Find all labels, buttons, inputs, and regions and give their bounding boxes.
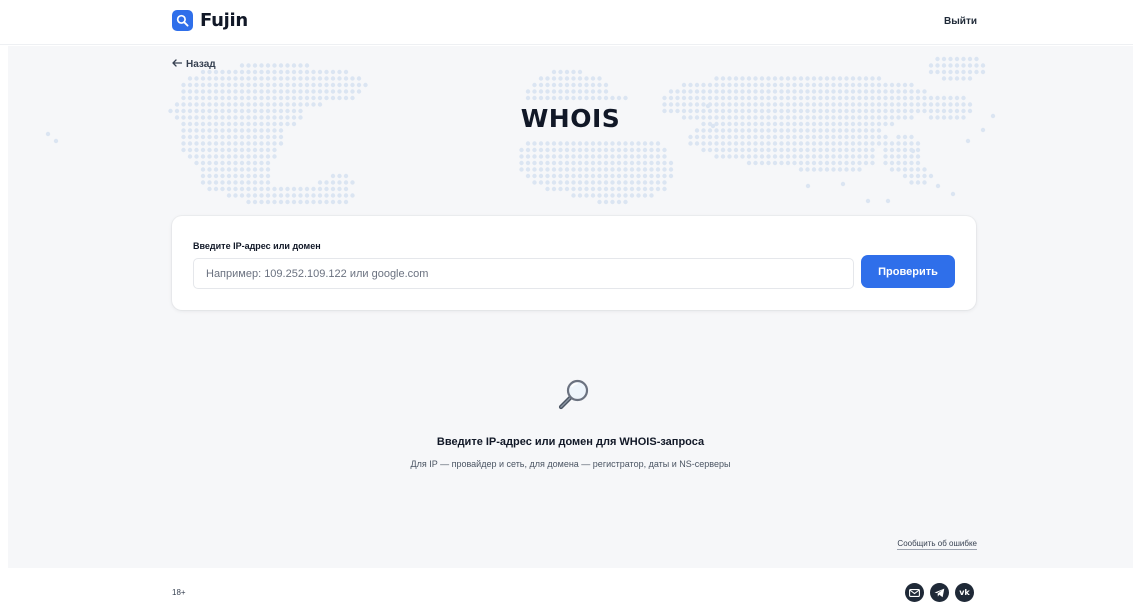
arrow-left-icon (172, 59, 183, 70)
email-icon[interactable] (905, 583, 924, 602)
report-error-link[interactable]: Сообщить об ошибке (897, 539, 977, 550)
vk-glyph: vk (959, 588, 970, 597)
search-field-label: Введите IP-адрес или домен (193, 241, 321, 251)
empty-state-subtitle: Для IP — провайдер и сеть, для домена — … (410, 459, 731, 469)
back-label: Назад (186, 59, 216, 70)
back-link[interactable]: Назад (172, 59, 216, 70)
vk-icon[interactable]: vk (955, 583, 974, 602)
brand-name: Fujin (200, 10, 248, 31)
footer: 18+ vk (0, 568, 1133, 603)
check-button[interactable]: Проверить (861, 255, 955, 288)
whois-search-card: Введите IP-адрес или домен Проверить (172, 216, 976, 310)
magnifier-icon (556, 376, 592, 417)
social-links: vk (905, 583, 974, 602)
logout-link[interactable]: Выйти (944, 16, 977, 27)
top-bar: Fujin Выйти (0, 0, 1133, 45)
search-input[interactable] (193, 258, 854, 289)
age-rating: 18+ (172, 588, 186, 597)
main-content: Назад WHOIS Введите IP-адрес или домен П… (8, 46, 1133, 568)
brand-logo[interactable]: Fujin (172, 10, 248, 31)
empty-state-title: Введите IP-адрес или домен для WHOIS-зап… (436, 436, 705, 448)
page-title: WHOIS (520, 104, 621, 133)
telegram-icon[interactable] (930, 583, 949, 602)
search-icon (172, 10, 193, 31)
